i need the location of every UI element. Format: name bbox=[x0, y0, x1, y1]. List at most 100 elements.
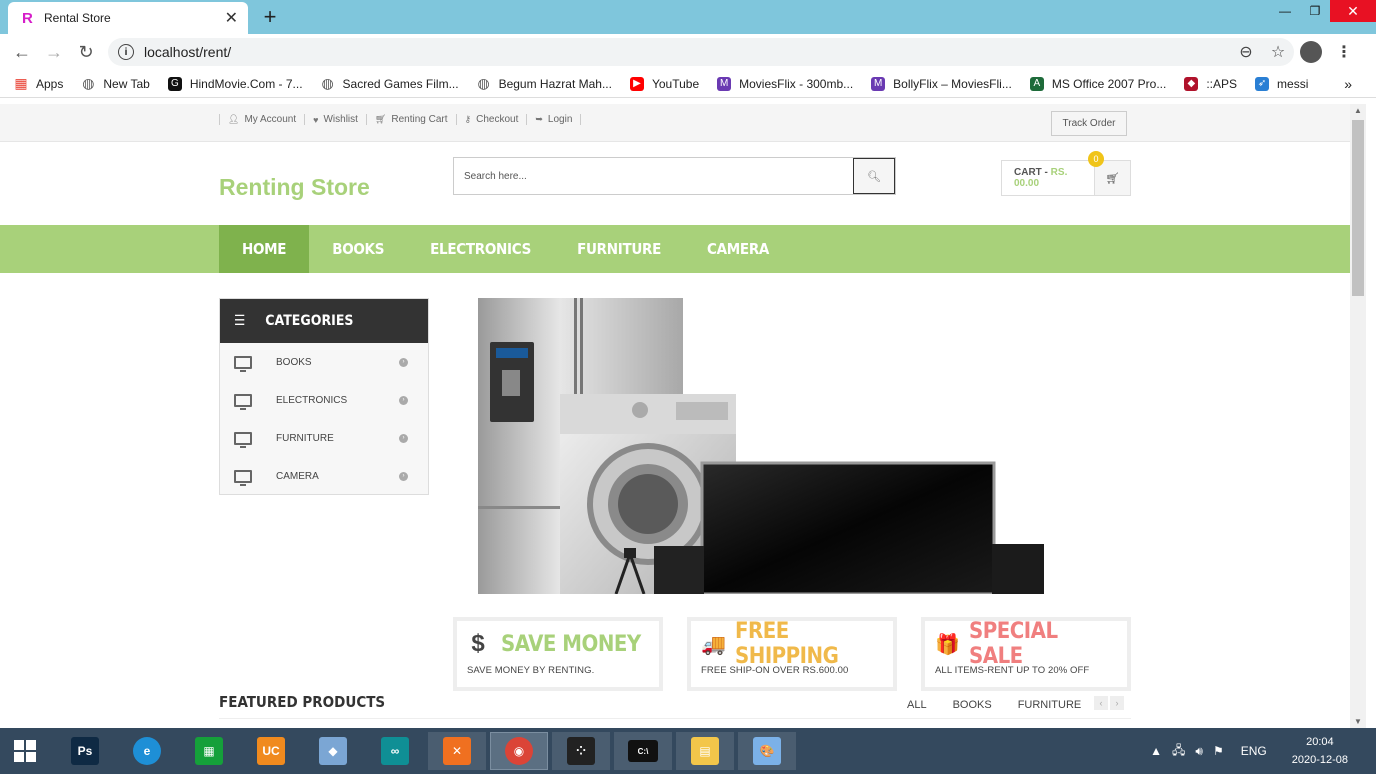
scroll-down-icon[interactable]: ▼ bbox=[1350, 717, 1366, 726]
category-item-furniture[interactable]: FURNITURE › bbox=[220, 419, 428, 457]
top-link-my-account[interactable]: 👤︎ My Account bbox=[219, 114, 304, 125]
feature-title: FREE SHIPPING bbox=[735, 619, 839, 669]
nav-item-electronics[interactable]: ELECTRONICS bbox=[407, 225, 554, 273]
xampp-app[interactable]: ✕ bbox=[428, 732, 486, 770]
categories-panel: ☰ CATEGORIES BOOKS › ELECTRONICS › FURNITURE… bbox=[219, 298, 429, 495]
bookmark-item[interactable]: M MoviesFlix - 300mb... bbox=[717, 76, 853, 91]
clock-date: 2020-12-08 bbox=[1291, 754, 1348, 766]
category-item-electronics[interactable]: ELECTRONICS › bbox=[220, 381, 428, 419]
nav-item-books[interactable]: BOOKS bbox=[309, 225, 407, 273]
bookmark-item[interactable]: ◍ Sacred Games Film... bbox=[321, 75, 458, 91]
url-omnibox[interactable]: i localhost/rent/ ⊖ ☆ bbox=[108, 38, 1294, 66]
file-explorer-app[interactable]: ▤ bbox=[676, 732, 734, 770]
truck-icon: 🚚 bbox=[701, 633, 726, 656]
messi-icon: ➶ bbox=[1255, 76, 1270, 91]
bookmark-item[interactable]: ◍ New Tab bbox=[81, 75, 150, 91]
bookmark-label: HindMovie.Com - 7... bbox=[189, 76, 303, 91]
cmd-app[interactable]: C:\ bbox=[614, 732, 672, 770]
close-window-icon[interactable]: ✕ bbox=[1330, 0, 1376, 22]
cart-label: CART - bbox=[1014, 167, 1051, 178]
bookmark-item[interactable]: ➶ messi bbox=[1255, 76, 1308, 91]
bookmark-item[interactable]: ◆::APS bbox=[1184, 76, 1237, 91]
monitor-icon bbox=[234, 393, 252, 410]
start-button[interactable] bbox=[0, 728, 50, 774]
bookmarks-more-icon[interactable]: » bbox=[1344, 76, 1352, 92]
categories-list: BOOKS › ELECTRONICS › FURNITURE › CAMERA › bbox=[220, 343, 428, 495]
bookmark-item[interactable]: M BollyFlix – MoviesFli... bbox=[871, 76, 1012, 91]
language-indicator[interactable]: ENG bbox=[1241, 744, 1267, 758]
divider bbox=[219, 718, 1131, 719]
back-icon[interactable]: ← bbox=[6, 42, 38, 63]
top-link-wishlist[interactable]: ♥ Wishlist bbox=[304, 114, 366, 125]
action-flag-icon[interactable]: ⚑ bbox=[1213, 744, 1224, 758]
browser-menu-icon[interactable]: ⋮ bbox=[1336, 42, 1352, 62]
search-input[interactable] bbox=[454, 158, 853, 194]
category-item-camera[interactable]: CAMERA › bbox=[220, 457, 428, 495]
chrome-app[interactable]: ◉ bbox=[490, 732, 548, 770]
new-tab-button[interactable]: + bbox=[258, 4, 282, 30]
site-info-icon[interactable]: i bbox=[118, 44, 134, 60]
close-tab-icon[interactable]: ✕ bbox=[225, 8, 238, 28]
featured-tab-all[interactable]: ALL bbox=[907, 699, 927, 711]
nav-item-camera[interactable]: CAMERA bbox=[684, 225, 792, 273]
nav-item-furniture[interactable]: FURNITURE bbox=[554, 225, 684, 273]
gift-icon: 🎁 bbox=[935, 633, 960, 656]
top-links-strip: 👤︎ My Account ♥ Wishlist 🛒︎ Renting Cart ⚷ Chec… bbox=[0, 104, 1350, 142]
uc-browser-icon: UC bbox=[257, 737, 285, 765]
bookmark-star-icon[interactable]: ☆ bbox=[1262, 42, 1294, 62]
nav-item-home[interactable]: HOME bbox=[219, 225, 310, 273]
categories-header[interactable]: ☰ CATEGORIES bbox=[220, 299, 428, 343]
volume-icon[interactable]: 🔊︎ bbox=[1195, 744, 1203, 759]
featured-tab-books[interactable]: BOOKS bbox=[953, 699, 992, 711]
main-nav: HOME BOOKS ELECTRONICS FURNITURE CAMERA bbox=[0, 225, 1350, 273]
scroll-up-icon[interactable]: ▲ bbox=[1350, 106, 1366, 115]
search-button[interactable]: 🔍︎ bbox=[853, 158, 895, 194]
bookmark-label: MS Office 2007 Pro... bbox=[1051, 76, 1167, 91]
paint-app[interactable]: 🎨 bbox=[738, 732, 796, 770]
arduino-app[interactable]: ∞ bbox=[366, 732, 424, 770]
feature-header: 🚚 FREE SHIPPING bbox=[701, 619, 883, 669]
bookmark-item[interactable]: ◍ Begum Hazrat Mah... bbox=[477, 75, 612, 91]
top-link-renting-cart[interactable]: 🛒︎ Renting Cart bbox=[365, 114, 456, 125]
top-link-checkout[interactable]: ⚷ Checkout bbox=[455, 114, 527, 125]
restore-icon[interactable]: ❐ bbox=[1300, 0, 1330, 22]
browser-tab[interactable]: R Rental Store ✕ bbox=[8, 2, 248, 34]
chevron-right-icon: › bbox=[399, 471, 408, 481]
url-text[interactable]: localhost/rent/ bbox=[144, 44, 1230, 60]
forward-icon[interactable]: → bbox=[38, 42, 70, 63]
carousel-next-icon[interactable]: › bbox=[1110, 696, 1124, 710]
virtualbox-app[interactable]: ◆ bbox=[304, 732, 362, 770]
mini-cart[interactable]: CART - RS. 00.00 🛒︎ 0 bbox=[1001, 151, 1131, 196]
site-logo[interactable]: Renting Store bbox=[219, 174, 370, 201]
photoshop-app[interactable]: Ps bbox=[56, 732, 114, 770]
bookmark-label: BollyFlix – MoviesFli... bbox=[893, 76, 1012, 91]
user-icon: 👤︎ bbox=[228, 114, 240, 124]
bookmark-item[interactable]: A MS Office 2007 Pro... bbox=[1029, 76, 1167, 91]
internet-explorer-app[interactable]: e bbox=[118, 732, 176, 770]
category-label: FURNITURE bbox=[276, 432, 334, 444]
show-hidden-icons-icon[interactable]: ▲ bbox=[1150, 744, 1162, 758]
monitor-icon bbox=[234, 431, 252, 448]
youtube-icon: ▶ bbox=[629, 76, 644, 91]
davinci-app[interactable]: ⁘ bbox=[552, 732, 610, 770]
carousel-prev-icon[interactable]: ‹ bbox=[1094, 696, 1108, 710]
sign-in-icon: ➥ bbox=[535, 114, 543, 124]
network-icon[interactable]: 🖧 bbox=[1172, 741, 1185, 762]
feature-title: SPECIAL SALE bbox=[969, 619, 1058, 669]
category-item-books[interactable]: BOOKS › bbox=[220, 343, 428, 381]
reload-icon[interactable]: ↻ bbox=[70, 42, 102, 63]
uc-browser-app[interactable]: UC bbox=[242, 732, 300, 770]
page-scrollbar[interactable]: ▲ ▼ bbox=[1350, 104, 1366, 728]
bookmark-item[interactable]: G HindMovie.Com - 7... bbox=[167, 76, 303, 91]
featured-tab-furniture[interactable]: FURNITURE bbox=[1018, 699, 1082, 711]
minimize-icon[interactable]: — bbox=[1270, 0, 1300, 22]
zoom-icon[interactable]: ⊖ bbox=[1230, 42, 1262, 62]
top-link-login[interactable]: ➥ Login bbox=[526, 114, 582, 125]
scroll-thumb[interactable] bbox=[1352, 120, 1364, 296]
bookmark-item[interactable]: ▶ YouTube bbox=[629, 76, 699, 91]
clock[interactable]: 20:04 2020-12-08 bbox=[1292, 733, 1348, 769]
track-order-button[interactable]: Track Order bbox=[1051, 111, 1127, 136]
bookmark-item[interactable]: ▦ Apps bbox=[14, 75, 63, 91]
profile-avatar-icon[interactable] bbox=[1300, 41, 1322, 63]
store-app[interactable]: ▦ bbox=[180, 732, 238, 770]
